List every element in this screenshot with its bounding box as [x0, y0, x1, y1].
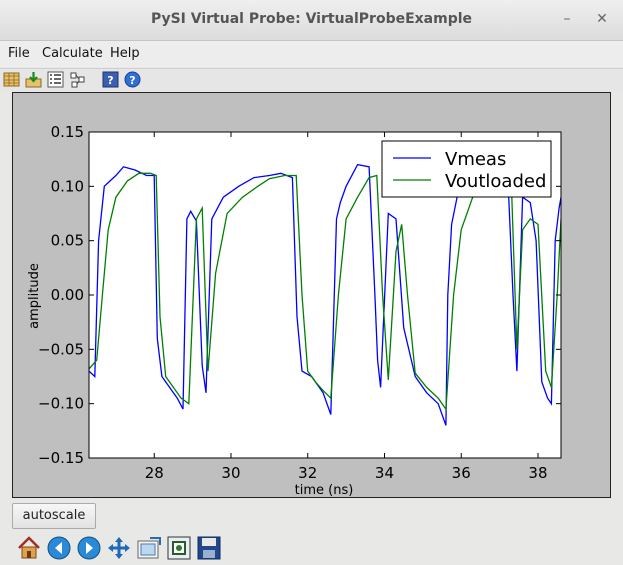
- x-tick-label: 36: [452, 464, 471, 482]
- y-axis-label: amplitude: [27, 263, 42, 329]
- menu-help-label: Help: [110, 46, 140, 61]
- menu-calculate[interactable]: Calculate: [42, 46, 103, 61]
- main-toolbar: ? ?: [0, 68, 623, 91]
- window-title: PySI Virtual Probe: VirtualProbeExample: [150, 11, 473, 27]
- waveform-chart: 28 30 32 34 36 38 0.15 0.10 0.05 0.00 −0.05 −0.10 −0…: [27, 123, 562, 498]
- y-tick-label: −0.05: [38, 340, 84, 358]
- home-icon[interactable]: [16, 535, 42, 561]
- y-tick-label: −0.15: [38, 449, 84, 467]
- y-tick-label: −0.10: [38, 395, 84, 413]
- x-tick-label: 34: [375, 464, 394, 482]
- x-tick-label: 30: [221, 464, 240, 482]
- pan-icon[interactable]: [106, 535, 132, 561]
- x-axis-label: time (ns): [295, 483, 354, 497]
- svg-text:?: ?: [129, 74, 135, 87]
- legend-vmeas-label: Vmeas: [445, 149, 506, 170]
- menu-help[interactable]: Help: [110, 46, 140, 61]
- legend-voutloaded-label: Voutloaded: [445, 171, 546, 192]
- y-tick-label: 0.00: [51, 286, 84, 304]
- close-button[interactable]: ✕: [593, 10, 611, 28]
- x-tick-label: 38: [528, 464, 547, 482]
- save-figure-icon[interactable]: [196, 535, 222, 561]
- help-book-icon[interactable]: ?: [102, 71, 119, 88]
- y-tick-label: 0.10: [51, 177, 84, 195]
- open-project-icon[interactable]: [3, 71, 20, 88]
- y-tick-label: 0.05: [51, 232, 84, 250]
- title-bar: PySI Virtual Probe: VirtualProbeExample …: [0, 0, 623, 41]
- minimize-button[interactable]: –: [558, 10, 576, 28]
- help-icon[interactable]: ?: [124, 71, 141, 88]
- save-project-icon[interactable]: [25, 71, 42, 88]
- x-tick-label: 28: [145, 464, 164, 482]
- properties-icon[interactable]: [47, 71, 64, 88]
- menu-bar: File Calculate Help: [0, 41, 623, 67]
- back-icon[interactable]: [46, 535, 72, 561]
- menu-file[interactable]: File: [8, 46, 30, 61]
- legend: Vmeas Voutloaded: [381, 140, 552, 198]
- menu-file-label: File: [8, 46, 30, 61]
- configure-subplots-icon[interactable]: [136, 535, 162, 561]
- menu-calculate-label: Calculate: [42, 46, 103, 61]
- forward-icon[interactable]: [76, 535, 102, 561]
- plot-canvas[interactable]: 28 30 32 34 36 38 0.15 0.10 0.05 0.00 −0.05 −0.10 −0…: [12, 92, 611, 498]
- y-tick-label: 0.15: [51, 123, 84, 141]
- svg-text:?: ?: [107, 74, 113, 87]
- autoscale-button[interactable]: autoscale: [12, 503, 96, 529]
- navigation-toolbar: [0, 532, 623, 565]
- zoom-icon[interactable]: [166, 535, 192, 561]
- netlist-icon[interactable]: [69, 71, 86, 88]
- x-tick-label: 32: [298, 464, 317, 482]
